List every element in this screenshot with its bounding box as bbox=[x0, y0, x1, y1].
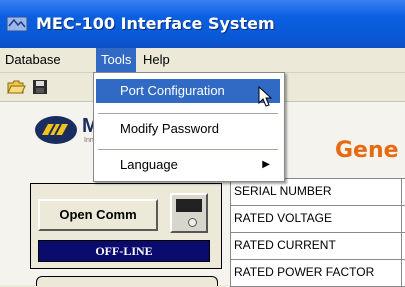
window-title: MEC-100 Interface System bbox=[36, 14, 275, 33]
menu-tools[interactable]: Tools bbox=[96, 48, 137, 72]
grid-divider bbox=[401, 206, 402, 232]
menu-help[interactable]: Help bbox=[138, 48, 175, 72]
grid-label: RATED CURRENT bbox=[234, 238, 336, 252]
menu-item-language[interactable]: Language ▶ bbox=[96, 153, 280, 177]
company-logo bbox=[35, 116, 77, 144]
lamp-screen bbox=[176, 199, 202, 212]
grid-divider bbox=[401, 260, 402, 286]
menu-separator bbox=[98, 113, 278, 114]
grid-label: RATED POWER FACTOR bbox=[234, 265, 375, 279]
open-folder-icon[interactable] bbox=[6, 77, 26, 97]
menu-item-port-configuration[interactable]: Port Configuration bbox=[96, 79, 280, 103]
menu-item-language-label: Language bbox=[120, 157, 178, 172]
grid-row: RATED POWER FACTOR bbox=[230, 260, 405, 287]
status-lamp-icon bbox=[170, 193, 208, 233]
grid-divider bbox=[401, 233, 402, 259]
info-grid: SERIAL NUMBER RATED VOLTAGE RATED CURREN… bbox=[230, 178, 405, 287]
submenu-arrow-icon: ▶ bbox=[262, 159, 270, 170]
lamp-knob bbox=[188, 218, 197, 227]
save-icon[interactable] bbox=[30, 77, 50, 97]
tools-dropdown-menu: Port Configuration Modify Password Langu… bbox=[93, 72, 285, 182]
open-comm-button[interactable]: Open Comm bbox=[38, 199, 158, 231]
connection-status: OFF-LINE bbox=[38, 240, 210, 262]
grid-label: SERIAL NUMBER bbox=[234, 184, 332, 198]
menu-bar: Database Tools Help bbox=[0, 48, 405, 73]
title-bar[interactable]: MEC-100 Interface System bbox=[0, 0, 405, 48]
menu-database[interactable]: Database bbox=[0, 48, 66, 72]
grid-row: SERIAL NUMBER bbox=[230, 178, 405, 206]
menu-item-modify-password[interactable]: Modify Password bbox=[96, 117, 280, 141]
page-heading: Gene bbox=[335, 138, 399, 163]
grid-divider bbox=[401, 179, 402, 205]
mouse-cursor-icon bbox=[258, 86, 272, 107]
grid-row: RATED CURRENT bbox=[230, 233, 405, 260]
grid-label: RATED VOLTAGE bbox=[234, 211, 333, 225]
grid-row: RATED VOLTAGE bbox=[230, 206, 405, 233]
menu-separator bbox=[98, 149, 278, 150]
app-icon bbox=[6, 16, 28, 32]
